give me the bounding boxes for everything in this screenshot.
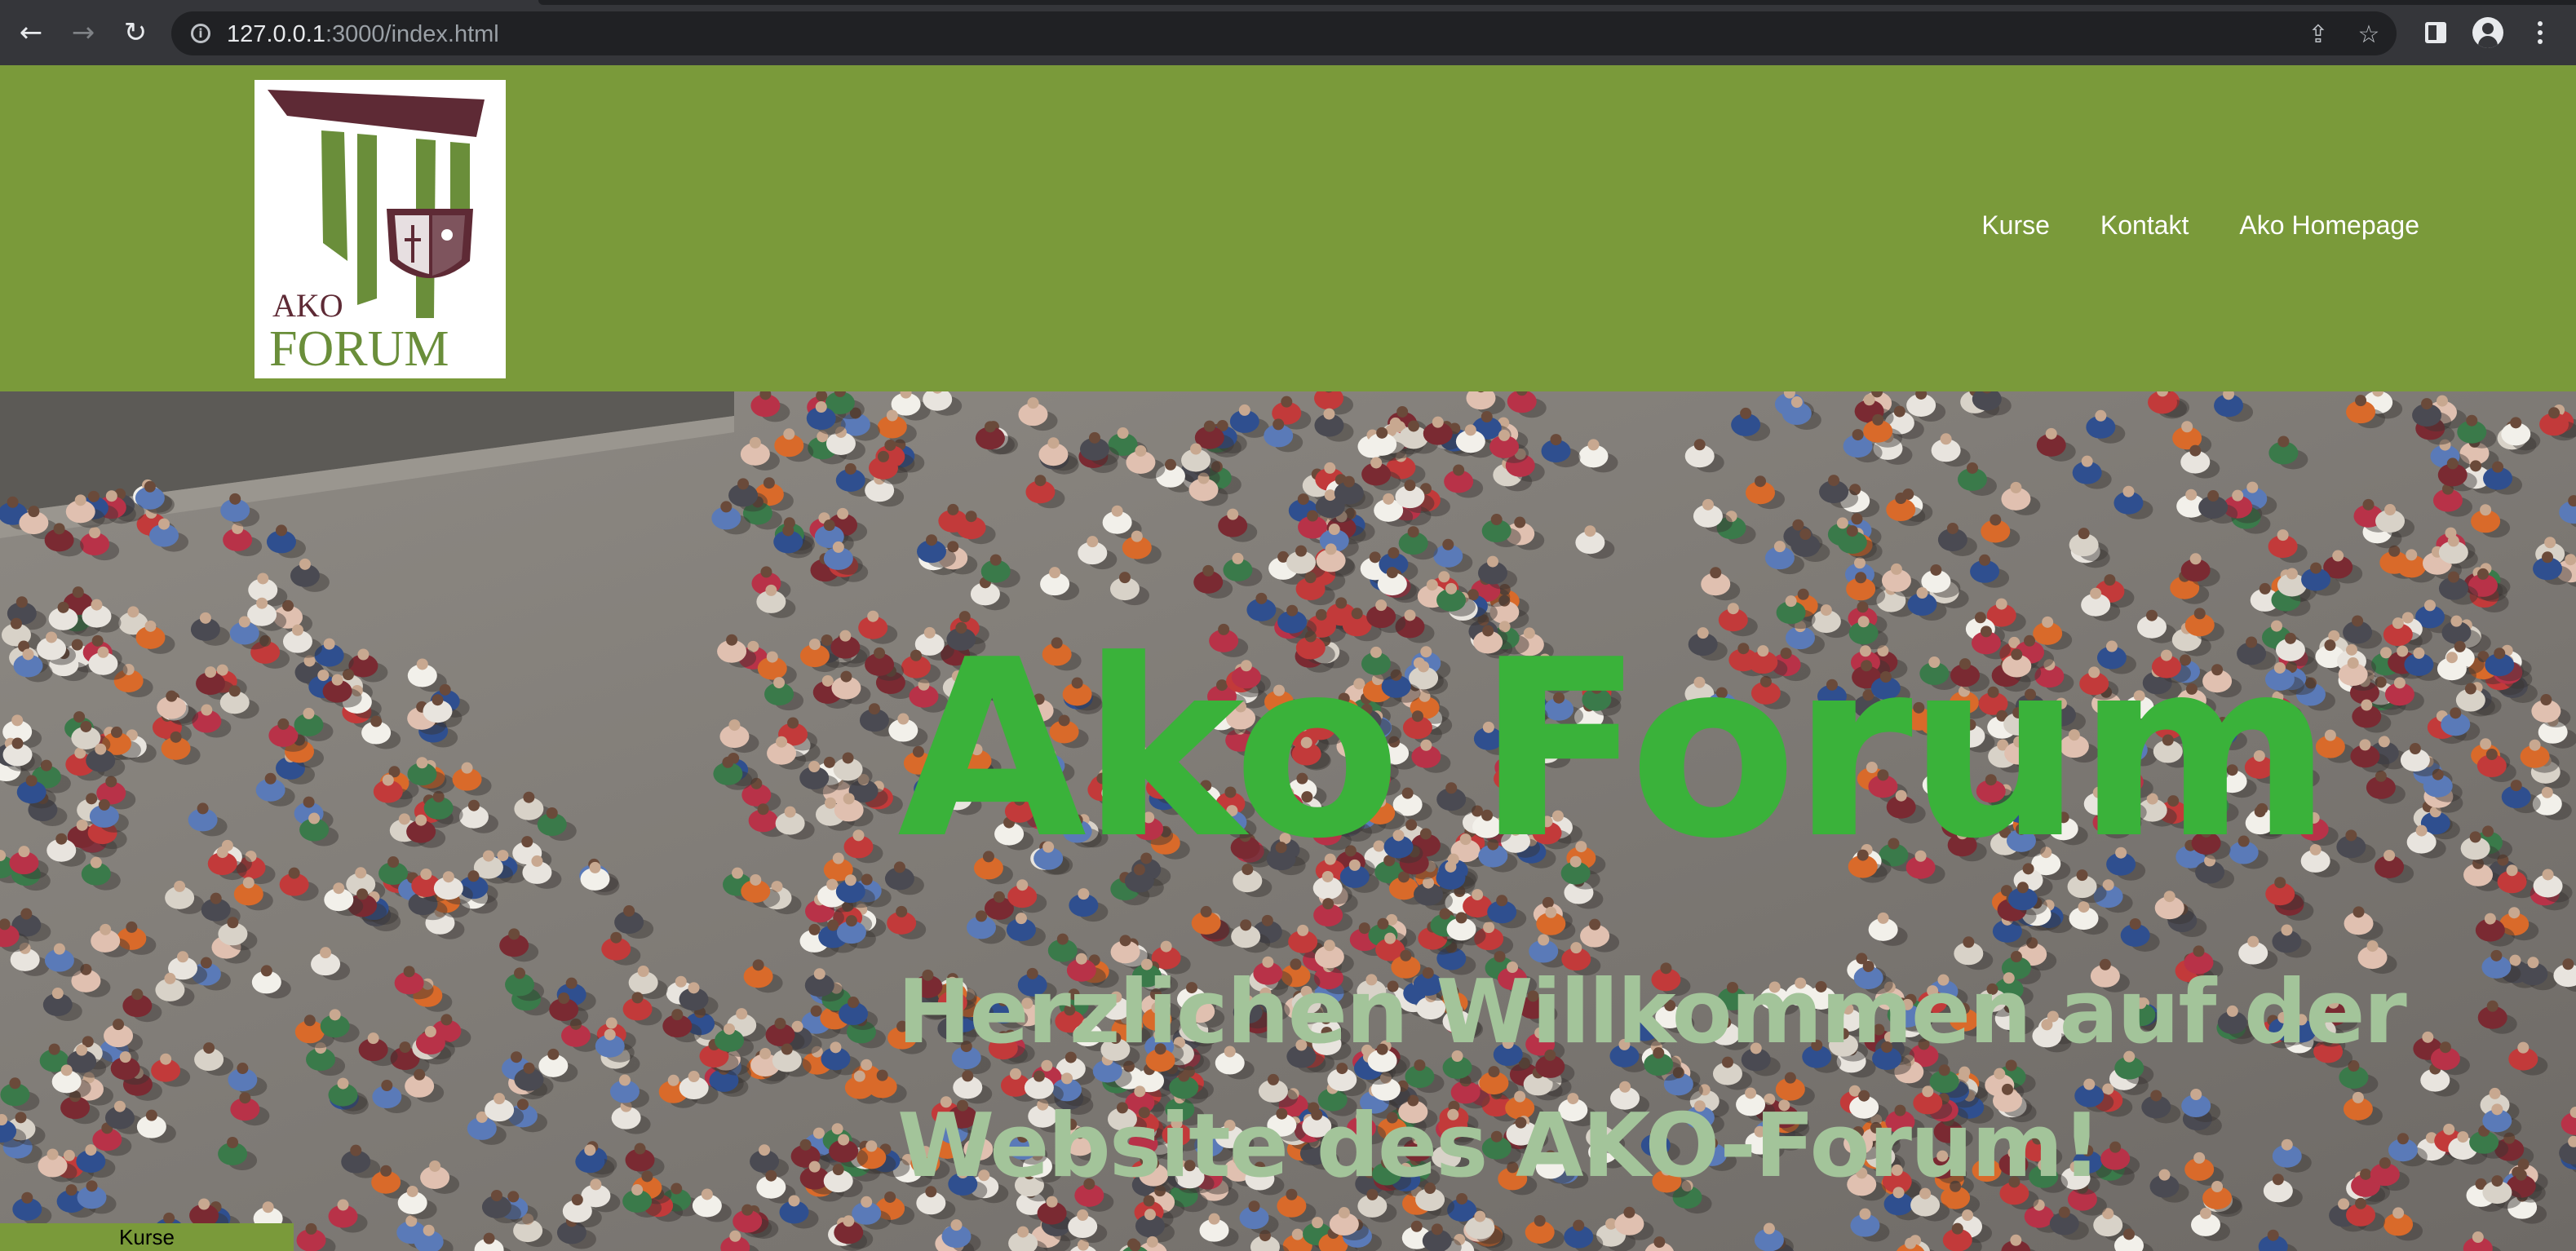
share-icon[interactable]: ⇪: [2304, 20, 2333, 49]
tab-strip: [538, 0, 2576, 5]
nav-kurse-link[interactable]: Kurse: [1981, 210, 2050, 241]
browser-toolbar: ← → ↻ i 127.0.0.1:3000/index.html ⇪ ☆: [0, 0, 2576, 65]
menu-kebab-icon[interactable]: [2524, 16, 2556, 49]
hero-title: Ako Forum: [897, 608, 2332, 892]
side-panel-icon[interactable]: [2419, 16, 2452, 49]
reload-icon[interactable]: ↻: [119, 16, 152, 49]
logo-graphic: AKO FORUM: [268, 90, 485, 377]
logo-text-forum: FORUM: [269, 321, 449, 377]
url-host: 127.0.0.1: [227, 21, 325, 47]
hero-section: Ako Forum Herzlichen Willkommen auf der …: [0, 391, 2576, 1251]
back-arrow-icon[interactable]: ←: [15, 16, 47, 49]
hero-subtitle-line-1: Herzlichen Willkommen auf der: [897, 961, 2407, 1063]
nav-ako-homepage-link[interactable]: Ako Homepage: [2239, 210, 2419, 241]
ako-forum-logo[interactable]: AKO FORUM: [255, 80, 506, 378]
address-bar[interactable]: i 127.0.0.1:3000/index.html ⇪ ☆: [171, 11, 2397, 55]
url-path: :3000/index.html: [325, 21, 499, 47]
site-header: AKO FORUM Kurse Kontakt Ako Homepage: [0, 65, 2576, 391]
hero-subtitle: Herzlichen Willkommen auf der Website de…: [897, 946, 2447, 1213]
hero-subtitle-line-2: Website des AKO-Forum!: [897, 1095, 2102, 1197]
profile-icon[interactable]: [2472, 16, 2504, 49]
web-page: AKO FORUM Kurse Kontakt Ako Homepage Ako…: [0, 65, 2576, 1251]
nav-kontakt-link[interactable]: Kontakt: [2100, 210, 2189, 241]
main-nav: Kurse Kontakt Ako Homepage: [1931, 210, 2419, 241]
forward-arrow-icon[interactable]: →: [67, 16, 100, 49]
url-text[interactable]: 127.0.0.1:3000/index.html: [227, 21, 499, 48]
star-icon[interactable]: ☆: [2354, 20, 2383, 49]
logo-text-ako: AKO: [272, 287, 343, 324]
kurse-footer-tab[interactable]: Kurse: [0, 1223, 294, 1251]
info-icon[interactable]: i: [191, 24, 210, 43]
